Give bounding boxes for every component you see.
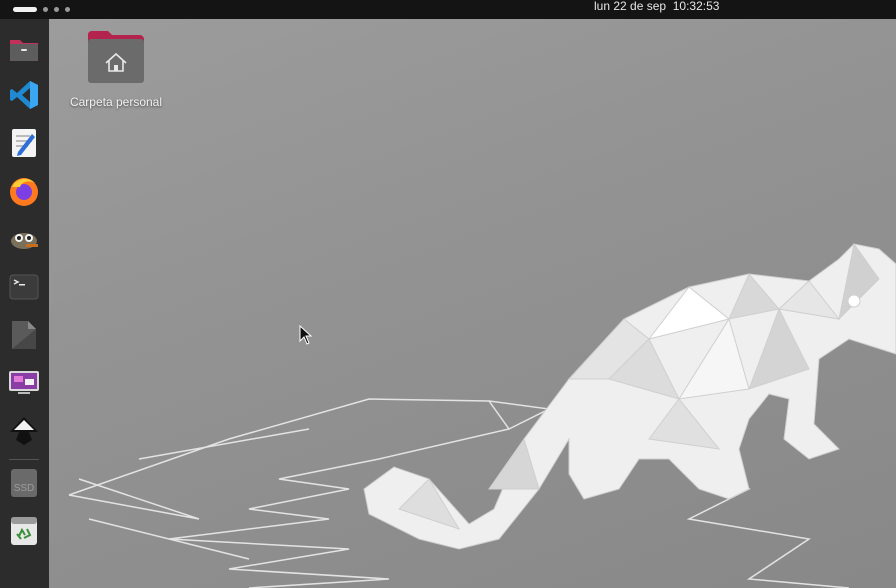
inkscape-icon <box>10 417 38 445</box>
workspace-dot[interactable] <box>43 6 48 12</box>
ssd-label: SSD <box>14 483 35 494</box>
mouse-cursor-icon <box>299 325 313 345</box>
workspace-indicator[interactable] <box>13 5 70 13</box>
terminal-icon <box>9 274 39 300</box>
dock-item-inkscape[interactable] <box>8 415 40 447</box>
dock-item-vscode[interactable] <box>8 79 40 111</box>
workspace-dot[interactable] <box>65 6 70 12</box>
dock-separator <box>9 459 39 460</box>
dock-item-ssd[interactable]: SSD <box>8 467 40 499</box>
workspace-dot[interactable] <box>54 6 59 12</box>
vscode-icon <box>10 81 38 109</box>
dock-item-libreoffice[interactable] <box>8 319 40 351</box>
text-editor-icon <box>12 129 36 157</box>
dock-item-text-editor[interactable] <box>8 127 40 159</box>
home-folder-icon <box>88 31 144 83</box>
drive-icon: SSD <box>11 469 37 497</box>
trash-icon <box>11 517 37 545</box>
dock-item-trash[interactable] <box>8 515 40 547</box>
top-bar: lun 22 de sep 10:32:53 <box>0 0 896 19</box>
home-folder-desktop-icon[interactable]: Carpeta personal <box>64 29 168 119</box>
firefox-icon <box>10 178 38 206</box>
wallpaper-numbat-mascot <box>68 242 896 588</box>
document-icon <box>12 321 36 349</box>
dock-item-remote-desktop[interactable] <box>8 367 40 399</box>
dock-item-files[interactable] <box>8 33 40 65</box>
dock-item-gimp[interactable] <box>8 223 40 255</box>
desktop[interactable]: Carpeta personal <box>49 19 896 588</box>
dock: SSD <box>0 19 49 588</box>
gimp-icon <box>11 233 38 249</box>
home-folder-label: Carpeta personal <box>69 95 163 109</box>
folder-icon <box>10 40 38 61</box>
dock-item-terminal[interactable] <box>8 271 40 303</box>
remote-desktop-icon <box>9 371 39 394</box>
clock[interactable]: lun 22 de sep 10:32:53 <box>594 0 719 13</box>
workspace-active[interactable] <box>13 6 37 12</box>
dock-item-firefox[interactable] <box>8 175 40 207</box>
